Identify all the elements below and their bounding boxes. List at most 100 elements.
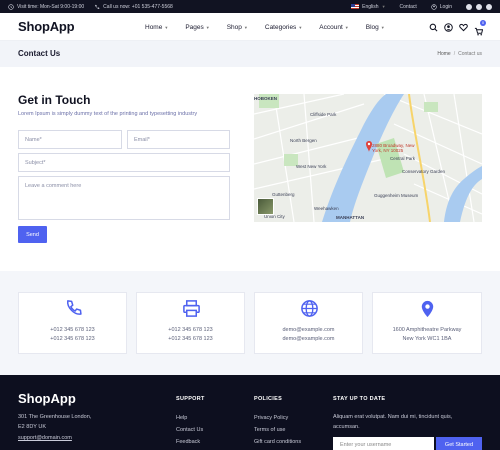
email-card-line1[interactable]: demo@example.com: [255, 327, 362, 333]
footer-email-link[interactable]: support@domain.com: [18, 435, 72, 441]
phone-icon: [67, 300, 82, 315]
chevron-down-icon: ▼: [205, 24, 210, 30]
send-button[interactable]: Send: [18, 226, 47, 243]
nav-account-label: Account: [319, 23, 343, 31]
breadcrumb-home[interactable]: Home: [437, 51, 450, 57]
subject-field[interactable]: Subject*: [18, 153, 230, 172]
cart-count-badge: 0: [480, 19, 486, 26]
nav-home[interactable]: Home ▼: [145, 24, 168, 31]
map-label-west-new-york: West New York: [296, 164, 327, 169]
nav-pages[interactable]: Pages ▼: [185, 24, 209, 31]
name-field[interactable]: Name*: [18, 130, 122, 149]
map-label-manhattan: MANHATTAN: [336, 215, 365, 220]
nav-pages-label: Pages: [185, 23, 204, 31]
chevron-down-icon: ▼: [344, 24, 349, 30]
contact-title: Get in Touch: [18, 93, 91, 107]
phone-card-line2: +012 345 678 123: [50, 336, 95, 342]
chevron-down-icon: ▼: [243, 24, 248, 30]
phone-card: +012 345 678 123 +012 345 678 123: [18, 292, 127, 354]
chevron-down-icon: ▼: [298, 24, 303, 30]
call-us[interactable]: Call us now: +01 535-477-5568: [94, 4, 173, 10]
breadcrumb-separator: /: [453, 51, 456, 57]
printer-icon: [183, 300, 200, 317]
fax-card: +012 345 678 123 +012 345 678 123: [136, 292, 245, 354]
heart-icon[interactable]: [459, 23, 468, 32]
map-label-guggenheim: Guggenheim Museum: [374, 193, 419, 198]
us-flag-icon: [351, 4, 360, 9]
footer-address-line1: 301 The Greenhouse London,: [18, 414, 92, 420]
footer-address-line2: E2 8DY UK: [18, 424, 47, 430]
newsletter-email-input[interactable]: Enter your username: [333, 437, 434, 450]
footer-link-gift-card[interactable]: Gift card conditions: [254, 439, 301, 445]
footer-link-contact-us[interactable]: Contact Us: [176, 427, 203, 433]
newsletter-heading: STAY UP TO DATE: [333, 396, 386, 402]
footer-logo[interactable]: ShopApp: [18, 391, 76, 406]
footer-link-privacy[interactable]: Privacy Policy: [254, 415, 288, 421]
map-satellite-toggle[interactable]: [257, 198, 274, 215]
site-logo[interactable]: ShopApp: [18, 19, 75, 34]
twitter-icon[interactable]: [476, 3, 482, 10]
map-label-hoboken: HOBOKEN: [254, 96, 278, 101]
fax-card-line1: +012 345 678 123: [168, 327, 213, 333]
user-icon: [431, 3, 437, 10]
nav-categories-label: Categories: [264, 23, 297, 31]
policies-heading: POLICIES: [254, 396, 283, 402]
chevron-down-icon: ▼: [381, 4, 386, 9]
address-card-line1: 1600 Amphitheatre Parkway: [392, 327, 462, 333]
main-header: ShopApp Home ▼ Pages ▼ Shop ▼ Categories ▼ A…: [0, 13, 500, 41]
fax-card-line2: +012 345 678 123: [168, 336, 213, 342]
top-bar: Visit time: Mon-Sat 9:00-19:00 Call us n…: [0, 0, 500, 13]
map-label-central-park: Central Park: [390, 156, 416, 161]
map-label-conservatory-garden: Conservatory Garden: [402, 169, 446, 174]
cart-button[interactable]: 0: [474, 19, 486, 35]
map-label-weehawken: Weehawken: [314, 206, 339, 211]
comment-field[interactable]: Leave a comment here: [18, 176, 230, 220]
contact-page: Visit time: Mon-Sat 9:00-19:00 Call us n…: [0, 0, 500, 450]
map-pin-label: 2880 Broadway, New York, NY 10025: [372, 143, 414, 153]
globe-icon: [301, 300, 318, 317]
nav-shop[interactable]: Shop ▼: [227, 24, 248, 31]
contact-subtitle: Lorem Ipsum is simply dummy text of the …: [18, 111, 198, 117]
nav-categories[interactable]: Categories ▼: [265, 24, 302, 31]
footer-link-terms[interactable]: Terms of use: [254, 427, 285, 433]
page-title-bar: Contact Us Home / Contact us: [0, 41, 500, 67]
email-field[interactable]: Email*: [127, 130, 230, 149]
phone-icon: [95, 4, 100, 9]
nav-blog[interactable]: Blog ▼: [366, 24, 385, 31]
get-started-button[interactable]: Get Started: [436, 437, 482, 450]
address-card-line2: New York WC1 1BA: [402, 336, 452, 342]
map-pin-line2: York, NY 10025: [372, 148, 404, 153]
breadcrumb: Home / Contact us: [437, 51, 482, 57]
location-pin-icon: [421, 300, 434, 318]
login-link[interactable]: Login: [431, 4, 452, 10]
search-icon[interactable]: [429, 23, 438, 32]
chevron-down-icon: ▼: [380, 24, 385, 30]
footer-link-help[interactable]: Help: [176, 415, 187, 421]
email-card-line2[interactable]: demo@example.com: [255, 336, 362, 342]
map-label-cliffside: Cliffside Park: [310, 112, 337, 117]
contact-link[interactable]: Contact: [400, 4, 417, 10]
login-label: Login: [439, 3, 452, 10]
map-label-guttenberg: Guttenberg: [272, 192, 295, 197]
map-graphic: [254, 94, 482, 222]
breadcrumb-current: Contact us: [458, 51, 482, 57]
page-title: Contact Us: [18, 49, 61, 58]
instagram-icon[interactable]: [486, 3, 492, 10]
nav-blog-label: Blog: [365, 23, 379, 31]
newsletter-text-line1: Aliquam erat volutpat. Nam dui mi, tinci…: [333, 414, 453, 420]
footer-link-feedback[interactable]: Feedback: [176, 439, 200, 445]
language-label: English: [362, 3, 379, 10]
location-map[interactable]: 2880 Broadway, New York, NY 10025 Cliffsi…: [254, 94, 482, 222]
language-selector[interactable]: English ▼: [351, 3, 386, 10]
email-card: demo@example.com demo@example.com: [254, 292, 363, 354]
cart-icon: [474, 27, 484, 35]
social-links: [466, 3, 492, 10]
account-icon[interactable]: [444, 22, 453, 32]
clock-icon: [8, 3, 14, 10]
header-actions: 0: [429, 13, 486, 41]
phone-card-line1: +012 345 678 123: [50, 327, 95, 333]
map-label-north-bergen: North Bergen: [290, 138, 317, 143]
nav-account[interactable]: Account ▼: [319, 24, 348, 31]
facebook-icon[interactable]: [466, 3, 472, 10]
chevron-down-icon: ▼: [164, 24, 169, 30]
